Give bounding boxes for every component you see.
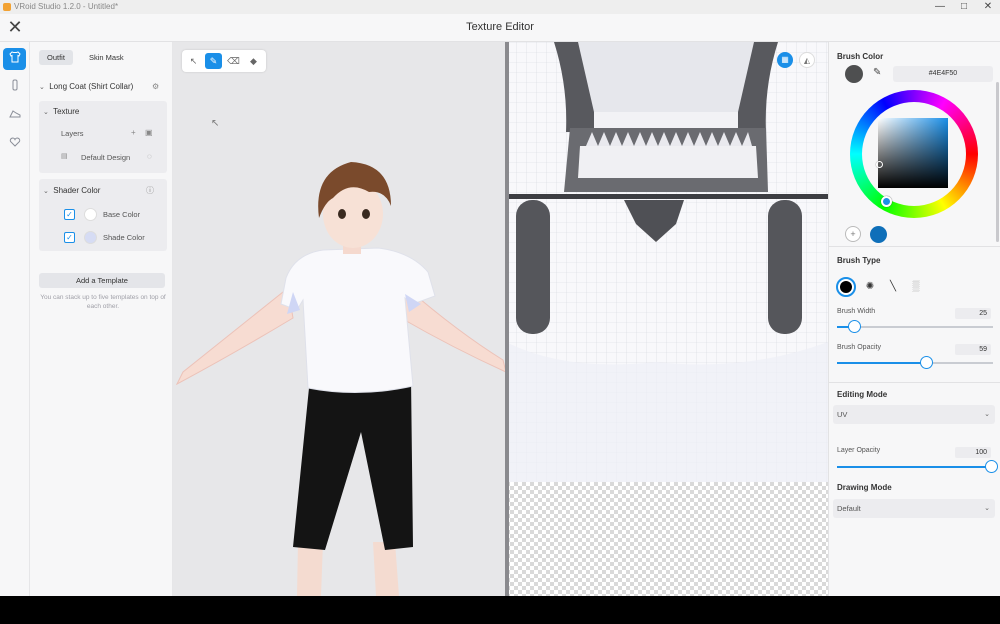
texture-section: ⌄ Texture Layers + ▣ ▤ Default Design ◌ [39, 101, 167, 173]
heart-icon [9, 137, 20, 147]
current-brush-color-swatch[interactable] [845, 65, 863, 83]
shoe-icon [8, 110, 20, 118]
shader-color-header[interactable]: ⌄ Shader Color [43, 186, 100, 195]
brush-width-label: Brush Width [837, 308, 876, 315]
brush-hard-round-button[interactable] [836, 277, 856, 297]
hard-brush-icon [840, 281, 852, 293]
shirt-icon [8, 51, 21, 63]
window-title: VRoid Studio 1.2.0 - Untitled* [14, 2, 119, 11]
shader-color-section: ⌄ Shader Color ⓘ ✓ Base Color ✓ Shade Co… [39, 179, 167, 251]
uv-texture-canvas[interactable]: ▦ ◭ [506, 42, 828, 596]
hex-color-field[interactable]: #4E4F50 [893, 66, 993, 82]
rail-outfit-button[interactable] [3, 48, 26, 70]
hue-knob[interactable] [881, 196, 892, 207]
base-color-checkbox[interactable]: ✓ [64, 209, 75, 220]
close-window-button[interactable]: ✕ [976, 0, 1000, 14]
add-template-button[interactable]: Add a Template [39, 273, 165, 288]
uv-view-toggle-button[interactable]: ◭ [799, 52, 815, 68]
tab-skin-mask[interactable]: Skin Mask [81, 50, 132, 65]
rail-favorites-button[interactable] [3, 132, 26, 154]
uv-grid-toggle-button[interactable]: ▦ [777, 52, 793, 68]
chevron-down-icon: ⌄ [39, 84, 45, 91]
page-title: Texture Editor [466, 21, 534, 33]
editing-mode-title: Editing Mode [837, 390, 888, 399]
outfit-panel: Outfit Skin Mask ⌄ Long Coat (Shirt Coll… [30, 42, 173, 596]
character-model [175, 162, 506, 596]
item-header[interactable]: ⌄ Long Coat (Shirt Collar) [39, 82, 133, 91]
maximize-button[interactable]: □ [952, 0, 976, 14]
layer-opacity-label: Layer Opacity [837, 447, 881, 454]
os-title-bar: VRoid Studio 1.2.0 - Untitled* — □ ✕ [0, 0, 1000, 14]
brush-width-value[interactable]: 25 [955, 308, 991, 319]
brush-line-button[interactable]: ╲ [883, 277, 903, 297]
shader-color-label: Shader Color [53, 186, 101, 195]
drawing-mode-title: Drawing Mode [837, 483, 892, 492]
bottle-icon [12, 79, 17, 91]
layer-visibility-icon[interactable]: ◌ [147, 152, 152, 161]
layer-thumbnail-icon: ▤ [61, 153, 68, 160]
editor-header: ✕ Texture Editor [0, 14, 1000, 42]
layer-opacity-value[interactable]: 100 [955, 447, 991, 458]
template-help-text: You can stack up to five templates on to… [40, 294, 166, 310]
eyedropper-icon[interactable]: ✎ [873, 67, 881, 78]
panel-scrollbar[interactable] [996, 82, 999, 242]
saved-color-swatch[interactable] [870, 226, 887, 243]
divider [829, 246, 1000, 247]
saturation-value-square[interactable] [878, 118, 948, 188]
item-title: Long Coat (Shirt Collar) [49, 82, 134, 91]
add-layer-icon[interactable]: + [131, 128, 136, 137]
brush-texture-button[interactable]: ▒ [906, 277, 926, 297]
layer-opacity-knob[interactable] [985, 460, 998, 473]
divider [829, 382, 1000, 383]
brush-opacity-slider[interactable] [837, 356, 993, 369]
app-icon [3, 3, 11, 11]
help-icon[interactable]: ⓘ [146, 185, 154, 196]
texture-header[interactable]: ⌄ Texture [43, 107, 79, 116]
model-viewport[interactable]: ↖ ✎ ⌫ ◆ ↖ [173, 42, 506, 596]
shade-color-swatch[interactable] [84, 231, 97, 244]
chevron-down-icon: ⌄ [43, 188, 49, 195]
rail-accessory-button[interactable] [3, 76, 26, 98]
texture-editor-window: VRoid Studio 1.2.0 - Untitled* — □ ✕ ✕ T… [0, 0, 1000, 596]
texture-brush-icon: ▒ [912, 281, 920, 292]
brush-soft-button[interactable]: ✺ [860, 277, 880, 297]
editing-mode-select[interactable]: UV ⌄ [833, 405, 995, 424]
chevron-down-icon: ⌄ [984, 411, 990, 418]
brush-color-title: Brush Color [837, 52, 884, 61]
layers-label: Layers [61, 129, 84, 138]
base-color-label: Base Color [103, 210, 141, 219]
minimize-button[interactable]: — [928, 0, 952, 14]
rail-shoes-button[interactable] [3, 104, 26, 126]
brush-opacity-label: Brush Opacity [837, 344, 881, 351]
item-settings-icon[interactable]: ⚙ [152, 82, 159, 91]
category-rail [0, 42, 30, 596]
base-color-swatch[interactable] [84, 208, 97, 221]
chevron-down-icon: ⌄ [984, 505, 990, 512]
brush-opacity-knob[interactable] [920, 356, 933, 369]
chevron-down-icon: ⌄ [43, 109, 49, 116]
line-brush-icon: ╲ [889, 281, 897, 292]
layer-name[interactable]: Default Design [81, 153, 130, 162]
split-view-handle[interactable] [505, 42, 509, 596]
brush-panel: Brush Color ✎ #4E4F50 + Brush Type ✺ ╲ ▒… [828, 42, 1000, 596]
mirror-icon: ◭ [803, 56, 811, 65]
brush-width-slider[interactable] [837, 320, 993, 333]
add-swatch-button[interactable]: + [845, 226, 861, 242]
uv-map [506, 42, 828, 596]
texture-label: Texture [53, 107, 80, 116]
soft-brush-icon: ✺ [865, 281, 875, 292]
shade-color-label: Shade Color [103, 233, 145, 242]
brush-width-knob[interactable] [848, 320, 861, 333]
layer-opacity-slider[interactable] [837, 460, 998, 473]
drawing-mode-select[interactable]: Default ⌄ [833, 499, 995, 518]
brush-type-title: Brush Type [837, 256, 881, 265]
brush-opacity-value[interactable]: 59 [955, 344, 991, 355]
grid-icon: ▦ [781, 55, 789, 64]
shade-color-checkbox[interactable]: ✓ [64, 232, 75, 243]
import-image-icon[interactable]: ▣ [145, 128, 153, 137]
tab-outfit[interactable]: Outfit [39, 50, 73, 65]
saturation-value-knob[interactable] [876, 161, 883, 168]
editing-mode-value: UV [837, 410, 848, 419]
drawing-mode-value: Default [837, 504, 861, 513]
